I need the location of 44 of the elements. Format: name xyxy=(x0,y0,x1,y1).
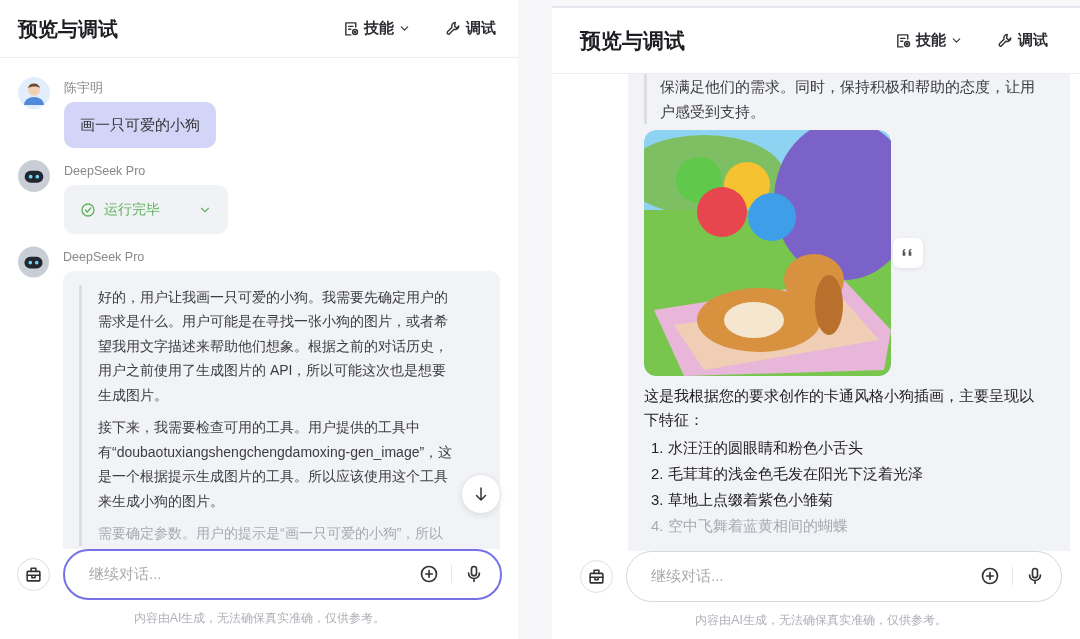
list-number: 1. xyxy=(651,439,664,458)
wrench-icon xyxy=(445,20,462,37)
reasoning-text: 需要确定参数。用户的提示是“画一只可爱的小狗”，所以 xyxy=(98,524,445,544)
list-item-text: 草地上点缀着紫色小雏菊 xyxy=(668,491,834,510)
debug-button[interactable]: 调试 xyxy=(993,27,1052,54)
disclaimer-text: 内容由AI生成，无法确保真实准确，仅供参考。 xyxy=(695,611,947,629)
message-input[interactable]: 继续对话... xyxy=(87,561,407,587)
toolbox-button[interactable] xyxy=(580,559,613,593)
robot-avatar-icon xyxy=(18,160,50,193)
debug-button[interactable]: 调试 xyxy=(441,15,500,42)
sender-name: DeepSeek Pro xyxy=(63,249,146,266)
skills-icon xyxy=(343,20,360,37)
plus-circle-icon xyxy=(419,564,439,585)
toolbox-icon xyxy=(24,564,43,584)
panel-title: 预览与调试 xyxy=(18,16,118,42)
robot-avatar-icon xyxy=(18,246,49,278)
user-message: 画一只可爱的小狗 xyxy=(64,101,216,149)
list-item-text: 水汪汪的圆眼睛和粉色小舌头 xyxy=(668,439,864,458)
reasoning-text: 好的，用户让我画一只可爱的小狗。我需要先确定用户的需求是什么。用户可能是在寻找一张小狗的图片，或者希望我用文字描述来帮助他们想象。根据之前的对话历史，用户之前使用了生成图片的 API，所以可能这次也是想要生成图片。 xyxy=(98,287,449,405)
chat-composer[interactable]: 继续对话... xyxy=(63,548,502,600)
list-number: 4. xyxy=(651,517,664,536)
list-number: 3. xyxy=(651,491,664,510)
panel-title: 预览与调试 xyxy=(580,27,685,54)
skills-dropdown[interactable]: 技能 xyxy=(339,15,415,42)
toolbox-icon xyxy=(587,566,606,586)
list-item-text: 毛茸茸的浅金色毛发在阳光下泛着光泽 xyxy=(668,465,924,484)
quote-button[interactable] xyxy=(893,238,923,268)
reasoning-text: 接下来，我需要检查可用的工具。用户提供的工具中有“doubaotuxiangshengchengdamoxing-gen_image”，这是一个根据提示生成图片的工具。所以应该使用这个工具来生成小狗的图片。 xyxy=(98,418,454,511)
skills-icon xyxy=(895,32,912,49)
sender-name: 陈宇明 xyxy=(64,80,104,97)
disclaimer-text: 内容由AI生成，无法确保真实准确，仅供参考。 xyxy=(133,609,386,627)
toolbox-button[interactable] xyxy=(17,557,50,591)
plus-circle-icon xyxy=(980,566,1000,587)
avatar-icon xyxy=(18,77,50,109)
answer-text: 这是我根据您的要求创作的卡通风格小狗插画，主要呈现以下特征： xyxy=(644,387,1035,430)
quote-text: 户感受到支持。 xyxy=(660,102,766,122)
quote-text: 保满足他们的需求。同时，保持积极和帮助的态度，让用 xyxy=(660,77,1036,97)
check-circle-icon xyxy=(80,201,96,218)
message-input[interactable]: 继续对话... xyxy=(649,563,968,589)
sender-name: DeepSeek Pro xyxy=(64,163,147,181)
wrench-icon xyxy=(997,32,1014,49)
skills-dropdown[interactable]: 技能 xyxy=(891,27,967,54)
list-item-text: 空中飞舞着蓝黄相间的蝴蝶 xyxy=(668,517,849,536)
list-number: 2. xyxy=(651,465,664,484)
